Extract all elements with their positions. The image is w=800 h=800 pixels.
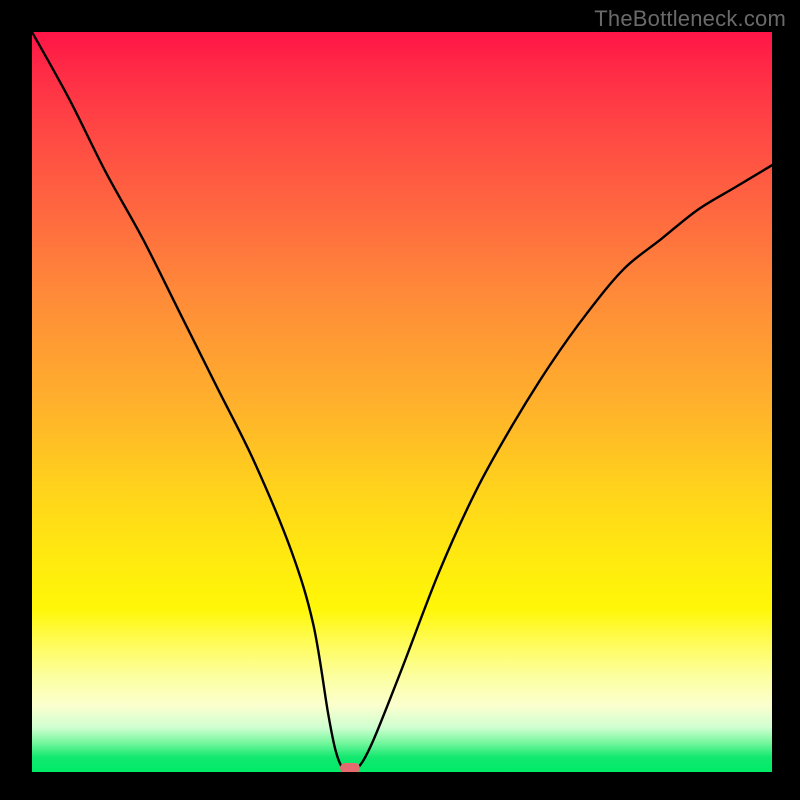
curve-layer xyxy=(32,32,772,772)
watermark-text: TheBottleneck.com xyxy=(594,6,786,32)
optimal-marker xyxy=(340,763,360,772)
chart-frame: TheBottleneck.com xyxy=(0,0,800,800)
bottleneck-curve xyxy=(32,32,772,770)
plot-area xyxy=(32,32,772,772)
